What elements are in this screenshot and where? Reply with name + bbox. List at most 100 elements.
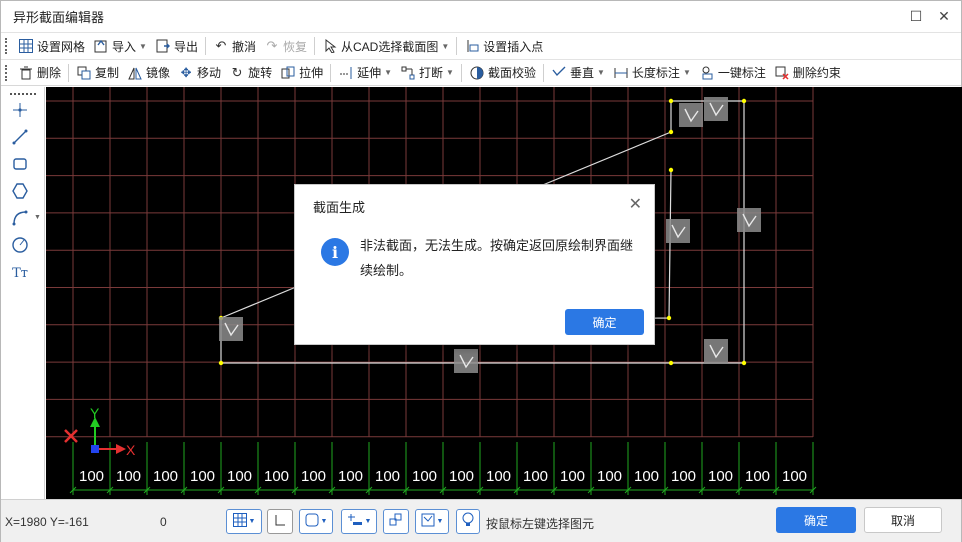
vertex-point[interactable]	[218, 360, 224, 366]
polygon-tool[interactable]	[9, 181, 31, 203]
dimension-label: 100	[301, 468, 326, 485]
chevron-down-icon[interactable]: ▼	[249, 518, 256, 525]
copy-button[interactable]: 复制	[72, 62, 123, 84]
cad-select-icon	[322, 38, 338, 54]
move-button[interactable]: ✥ 移动	[174, 62, 225, 84]
polygon-icon	[11, 182, 29, 203]
vertex-point[interactable]	[668, 98, 674, 104]
chevron-down-icon[interactable]: ▼	[437, 518, 444, 525]
toolbar-grip[interactable]	[5, 38, 11, 54]
dimension-label: 100	[597, 468, 622, 485]
snap-shape-icon	[305, 513, 319, 530]
perpendicular-button[interactable]: 垂直 ▼	[547, 62, 609, 84]
x-axis-label: X	[126, 442, 136, 458]
toolbar-grip[interactable]	[5, 64, 11, 81]
mirror-button[interactable]: 镜像	[123, 62, 174, 84]
chevron-down-icon[interactable]: ▼	[446, 68, 454, 77]
title-bar: 异形截面编辑器 ☐ ✕	[1, 1, 961, 32]
separator	[542, 63, 544, 82]
close-button[interactable]: ✕	[935, 7, 953, 25]
constraint-marker[interactable]	[704, 97, 728, 121]
grid-icon	[232, 513, 247, 530]
redo-button[interactable]: ↷ 恢复	[260, 35, 311, 57]
vertex-point[interactable]	[741, 360, 747, 366]
ortho-toggle[interactable]	[267, 509, 293, 534]
auto-dimension-button[interactable]: 一键标注	[695, 62, 770, 84]
arc-tool[interactable]: ▼	[9, 208, 41, 230]
status-bar: X=1980 Y=-161 0 ▼ ▼ ▼ ▼ 按鼠标左键选择图元 确定 取消	[1, 499, 961, 542]
dialog-title: 截面生成	[313, 200, 366, 215]
export-button[interactable]: 导出	[151, 35, 202, 57]
delete-button[interactable]: 删除	[14, 62, 65, 84]
line-tool[interactable]	[9, 127, 31, 149]
dialog-ok-button[interactable]: 确定	[565, 309, 644, 335]
chevron-down-icon[interactable]: ▼	[597, 68, 605, 77]
dimension-label: 100	[116, 468, 141, 485]
text-tool[interactable]: Tт	[9, 262, 31, 284]
trash-icon	[18, 65, 34, 81]
dimension-label: 100	[449, 468, 474, 485]
select-from-cad-button[interactable]: 从CAD选择截面图 ▼	[318, 35, 453, 57]
point-icon	[11, 101, 29, 122]
grid-snap-toggle[interactable]: ▼	[226, 509, 262, 534]
vertex-point[interactable]	[668, 129, 674, 135]
constraint-marker[interactable]	[679, 103, 703, 127]
chevron-down-icon[interactable]: ▼	[139, 42, 147, 51]
dimension-label: 100	[190, 468, 215, 485]
undo-button[interactable]: ↶ 撤消	[209, 35, 260, 57]
polar-icon	[389, 513, 403, 530]
length-dimension-button[interactable]: 长度标注 ▼	[609, 62, 695, 84]
chevron-down-icon[interactable]: ▼	[384, 68, 392, 77]
chevron-down-icon[interactable]: ▼	[34, 214, 41, 221]
tip-toggle[interactable]	[456, 509, 480, 534]
polar-toggle[interactable]	[383, 509, 409, 534]
set-grid-button[interactable]: 设置网格	[14, 35, 89, 57]
text-icon: Tт	[12, 265, 28, 281]
stretch-button[interactable]: 拉伸	[276, 62, 327, 84]
delete-constraint-button[interactable]: 删除约束	[770, 62, 845, 84]
dimension-label: 100	[227, 468, 252, 485]
dimension-label: 100	[708, 468, 733, 485]
vertex-point[interactable]	[668, 167, 674, 173]
extend-icon	[338, 65, 354, 81]
separator	[204, 37, 206, 55]
dynamic-input-toggle[interactable]: ▼	[415, 509, 449, 534]
chevron-down-icon[interactable]: ▼	[683, 68, 691, 77]
constraint-marker[interactable]	[219, 317, 243, 341]
undo-icon: ↶	[215, 38, 227, 53]
track-toggle[interactable]: ▼	[341, 509, 377, 534]
constraint-marker[interactable]	[666, 219, 690, 243]
chevron-down-icon[interactable]: ▼	[321, 518, 328, 525]
vertex-point[interactable]	[668, 360, 674, 366]
palette-grip[interactable]	[10, 93, 36, 95]
chevron-down-icon[interactable]: ▼	[441, 42, 449, 51]
constraint-marker[interactable]	[737, 208, 761, 232]
constraint-marker[interactable]	[704, 339, 728, 363]
vertex-point[interactable]	[666, 315, 672, 321]
point-tool[interactable]	[9, 100, 31, 122]
cancel-button[interactable]: 取消	[864, 507, 942, 533]
dimension-label: 100	[782, 468, 807, 485]
rotate-button[interactable]: ↻ 旋转	[225, 62, 276, 84]
drawing-tool-palette: ▼ Tт	[1, 87, 45, 499]
dimension-label: 100	[79, 468, 104, 485]
import-button[interactable]: 导入 ▼	[89, 35, 151, 57]
constraint-marker[interactable]	[454, 349, 478, 373]
set-insert-point-button[interactable]: 设置插入点	[460, 35, 547, 57]
object-snap-toggle[interactable]: ▼	[299, 509, 333, 534]
cursor-coordinates: X=1980 Y=-161	[5, 515, 89, 529]
section-check-button[interactable]: 截面校验	[465, 62, 540, 84]
move-icon: ✥	[180, 64, 192, 80]
chevron-down-icon[interactable]: ▼	[365, 518, 372, 525]
line-icon	[11, 128, 29, 149]
import-icon	[93, 38, 109, 54]
vertex-point[interactable]	[741, 98, 747, 104]
extend-button[interactable]: 延伸 ▼	[334, 62, 396, 84]
maximize-button[interactable]: ☐	[907, 7, 925, 25]
break-button[interactable]: 打断 ▼	[396, 62, 458, 84]
rectangle-icon	[11, 155, 29, 176]
circle-tool[interactable]	[9, 235, 31, 257]
dialog-close-icon[interactable]: ✕	[629, 194, 642, 214]
confirm-button[interactable]: 确定	[776, 507, 856, 533]
rectangle-tool[interactable]	[9, 154, 31, 176]
